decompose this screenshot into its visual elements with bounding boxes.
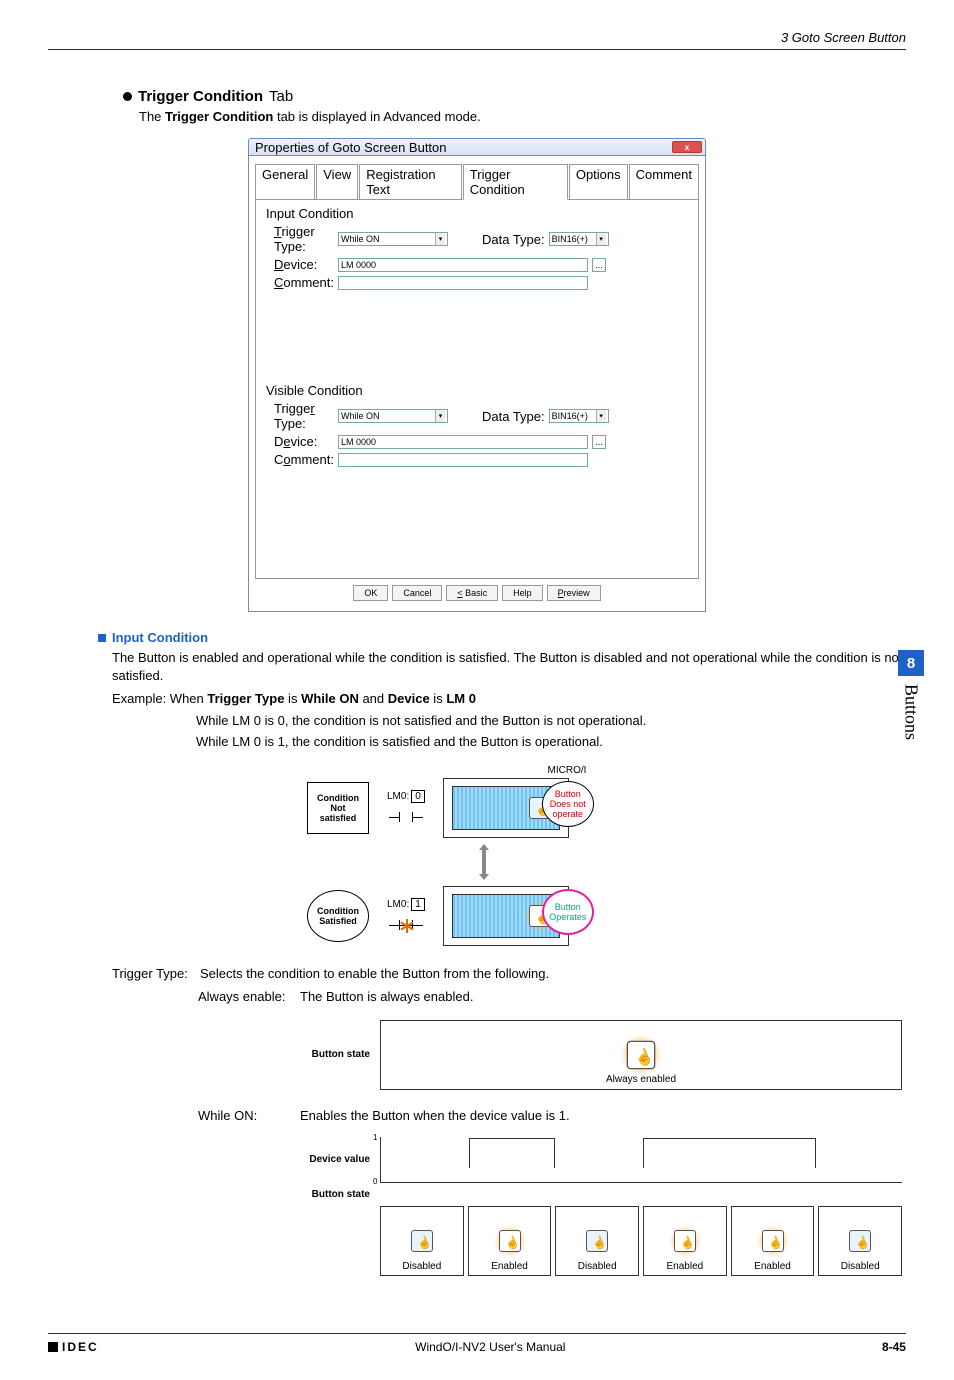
section-subline: The Trigger Condition tab is displayed i… [139,109,906,124]
always-enabled-box: ☝ Always enabled [380,1020,902,1090]
bubble-operates: ButtonOperates [542,889,594,935]
chevron-down-icon: ▾ [596,233,606,245]
label-comment: Comment: [274,275,334,290]
bubble-no-operate: ButtonDoes notoperate [542,781,594,827]
browse-button[interactable]: ... [592,258,606,272]
chevron-down-icon: ▾ [435,233,445,245]
tab-registration-text[interactable]: Registration Text [359,164,462,200]
dialog-screenshot: Properties of Goto Screen Button x Gener… [248,138,706,612]
condition-diagram: MICRO/I ConditionNotsatisfied LM0:0 ☝ Bu… [307,765,647,946]
input-comment[interactable] [338,276,588,290]
tab-trigger-condition[interactable]: Trigger Condition [463,164,568,200]
select-trigger-type[interactable]: While ON▾ [338,232,448,246]
while-on-desc: While ON: Enables the Button when the de… [198,1108,906,1123]
select-data-type-2[interactable]: BIN16(+)▾ [549,409,609,423]
bullet-icon [123,92,132,101]
header-right: 3 Goto Screen Button [781,30,906,45]
label-comment-2: Comment: [274,452,334,467]
label-device: Device: [274,257,334,272]
condition-satisfied-ellipse: ConditionSatisfied [307,890,369,942]
tab-options[interactable]: Options [569,164,628,200]
always-enable-desc: Always enable: The Button is always enab… [198,989,906,1004]
browse-button-2[interactable]: ... [592,435,606,449]
page-number: 8-45 [882,1340,906,1354]
label-trigger-type: Trigger Type: [274,224,334,254]
tab-general[interactable]: General [255,164,315,200]
button-state-label-2: Button state [292,1189,380,1200]
state-grid: ☝Disabled ☝Enabled ☝Disabled ☝Enabled ☝E… [380,1206,902,1276]
timing-axis: 1 0 [380,1137,902,1183]
dialog-title: Properties of Goto Screen Button [255,140,447,155]
close-icon[interactable]: x [672,141,702,153]
tab-comment[interactable]: Comment [629,164,699,200]
select-data-type[interactable]: BIN16(+)▾ [549,232,609,246]
cancel-button[interactable]: Cancel [392,585,442,601]
square-icon [98,634,106,642]
section-title-bold: Trigger Condition [138,88,263,105]
select-trigger-type-2[interactable]: While ON▾ [338,409,448,423]
label-trigger-type-2: Trigger Type: [274,401,334,431]
input-device[interactable]: LM 0000 [338,258,588,272]
chevron-down-icon: ▾ [596,410,606,422]
chevron-down-icon: ▾ [435,410,445,422]
ok-button[interactable]: OK [353,585,388,601]
label-data-type: Data Type: [482,232,545,247]
example-line-2: While LM 0 is 1, the condition is satisf… [196,733,906,751]
preview-button[interactable]: Preview [547,585,601,601]
tab-view[interactable]: View [316,164,358,200]
input-condition-p1: The Button is enabled and operational wh… [112,649,906,684]
device-value-label: Device value [292,1154,380,1165]
input-comment-2[interactable] [338,453,588,467]
side-tab: 8 Buttons [898,650,924,740]
group-input-condition: Input Condition [266,206,692,221]
example-line-1: While LM 0 is 0, the condition is not sa… [196,712,906,730]
footer-center: WindO/I-NV2 User's Manual [415,1340,565,1354]
condition-not-satisfied-box: ConditionNotsatisfied [307,782,369,834]
input-condition-example: Example: When Trigger Type is While ON a… [112,690,906,708]
trigger-type-desc: Trigger Type: Selects the condition to e… [112,966,906,981]
label-device-2: Device: [274,434,334,449]
group-visible-condition: Visible Condition [266,383,692,398]
brand-logo: IDEC [48,1340,99,1354]
section-title-rest: Tab [269,88,293,105]
help-button[interactable]: Help [502,585,543,601]
label-data-type-2: Data Type: [482,409,545,424]
input-condition-head: Input Condition [112,630,208,645]
basic-button[interactable]: < Basic [446,585,498,601]
button-state-label: Button state [292,1049,380,1060]
input-device-2[interactable]: LM 0000 [338,435,588,449]
